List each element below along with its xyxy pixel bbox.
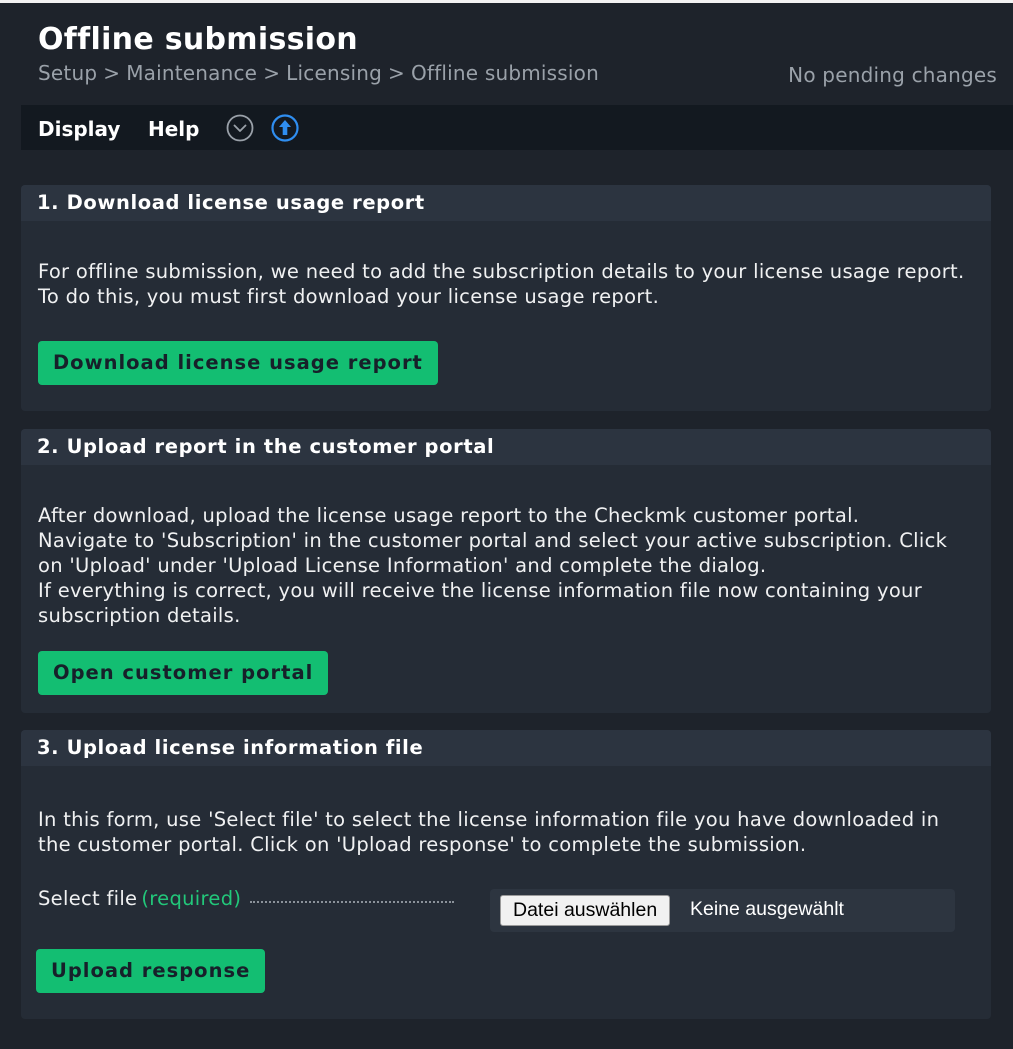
breadcrumb: Setup > Maintenance > Licensing > Offline subm…	[38, 61, 599, 85]
label-dots-divider	[250, 901, 454, 903]
menubar: Display Help	[21, 105, 1013, 150]
paragraph: After download, upload the license usage…	[38, 504, 860, 527]
section-title: 2. Upload report in the customer portal	[21, 429, 991, 465]
select-file-label: Select file (required)	[38, 887, 241, 910]
page-title: Offline submission	[38, 22, 358, 57]
paragraph: If everything is correct, you will recei…	[38, 579, 923, 627]
download-report-button[interactable]: Download license usage report	[38, 341, 438, 385]
breadcrumb-item-offline-submission[interactable]: Offline submission	[411, 61, 599, 85]
upload-response-button[interactable]: Upload response	[36, 949, 266, 993]
breadcrumb-separator: >	[263, 61, 281, 85]
section-body: After download, upload the license usage…	[21, 465, 991, 628]
breadcrumb-item-setup[interactable]: Setup	[38, 61, 97, 85]
page: Offline submission Setup > Maintenance > Lic…	[0, 0, 1013, 1049]
breadcrumb-separator: >	[103, 61, 121, 85]
breadcrumb-item-maintenance[interactable]: Maintenance	[126, 61, 257, 85]
open-customer-portal-button[interactable]: Open customer portal	[38, 651, 329, 695]
pending-changes-status[interactable]: No pending changes	[788, 63, 997, 87]
section-title: 1. Download license usage report	[21, 185, 991, 221]
section-body: In this form, use 'Select file' to selec…	[21, 766, 991, 857]
section-title: 3. Upload license information file	[21, 730, 991, 766]
file-status: Keine ausgewählt	[690, 898, 844, 920]
menu-display[interactable]: Display	[38, 117, 120, 141]
select-file-label-text: Select file	[38, 887, 138, 910]
choose-file-button[interactable]: Datei auswählen	[500, 895, 671, 926]
breadcrumb-separator: >	[387, 61, 405, 85]
required-marker: (required)	[141, 887, 242, 910]
section-body: For offline submission, we need to add t…	[21, 221, 991, 309]
section-upload-license-file: 3. Upload license information file In th…	[21, 730, 991, 1019]
paragraph: To do this, you must first download your…	[38, 285, 660, 308]
menu-help[interactable]: Help	[148, 117, 199, 141]
upload-arrow-circle-icon[interactable]	[271, 114, 299, 142]
paragraph: In this form, use 'Select file' to selec…	[38, 808, 940, 856]
breadcrumb-item-licensing[interactable]: Licensing	[286, 61, 382, 85]
chevron-down-circle-icon[interactable]	[226, 114, 254, 142]
paragraph: Navigate to 'Subscription' in the custom…	[38, 529, 948, 577]
paragraph: For offline submission, we need to add t…	[38, 260, 965, 283]
file-input: Datei auswählen Keine ausgewählt	[490, 889, 955, 932]
section-download-report: 1. Download license usage report For off…	[21, 185, 991, 411]
section-upload-portal: 2. Upload report in the customer portal …	[21, 429, 991, 713]
